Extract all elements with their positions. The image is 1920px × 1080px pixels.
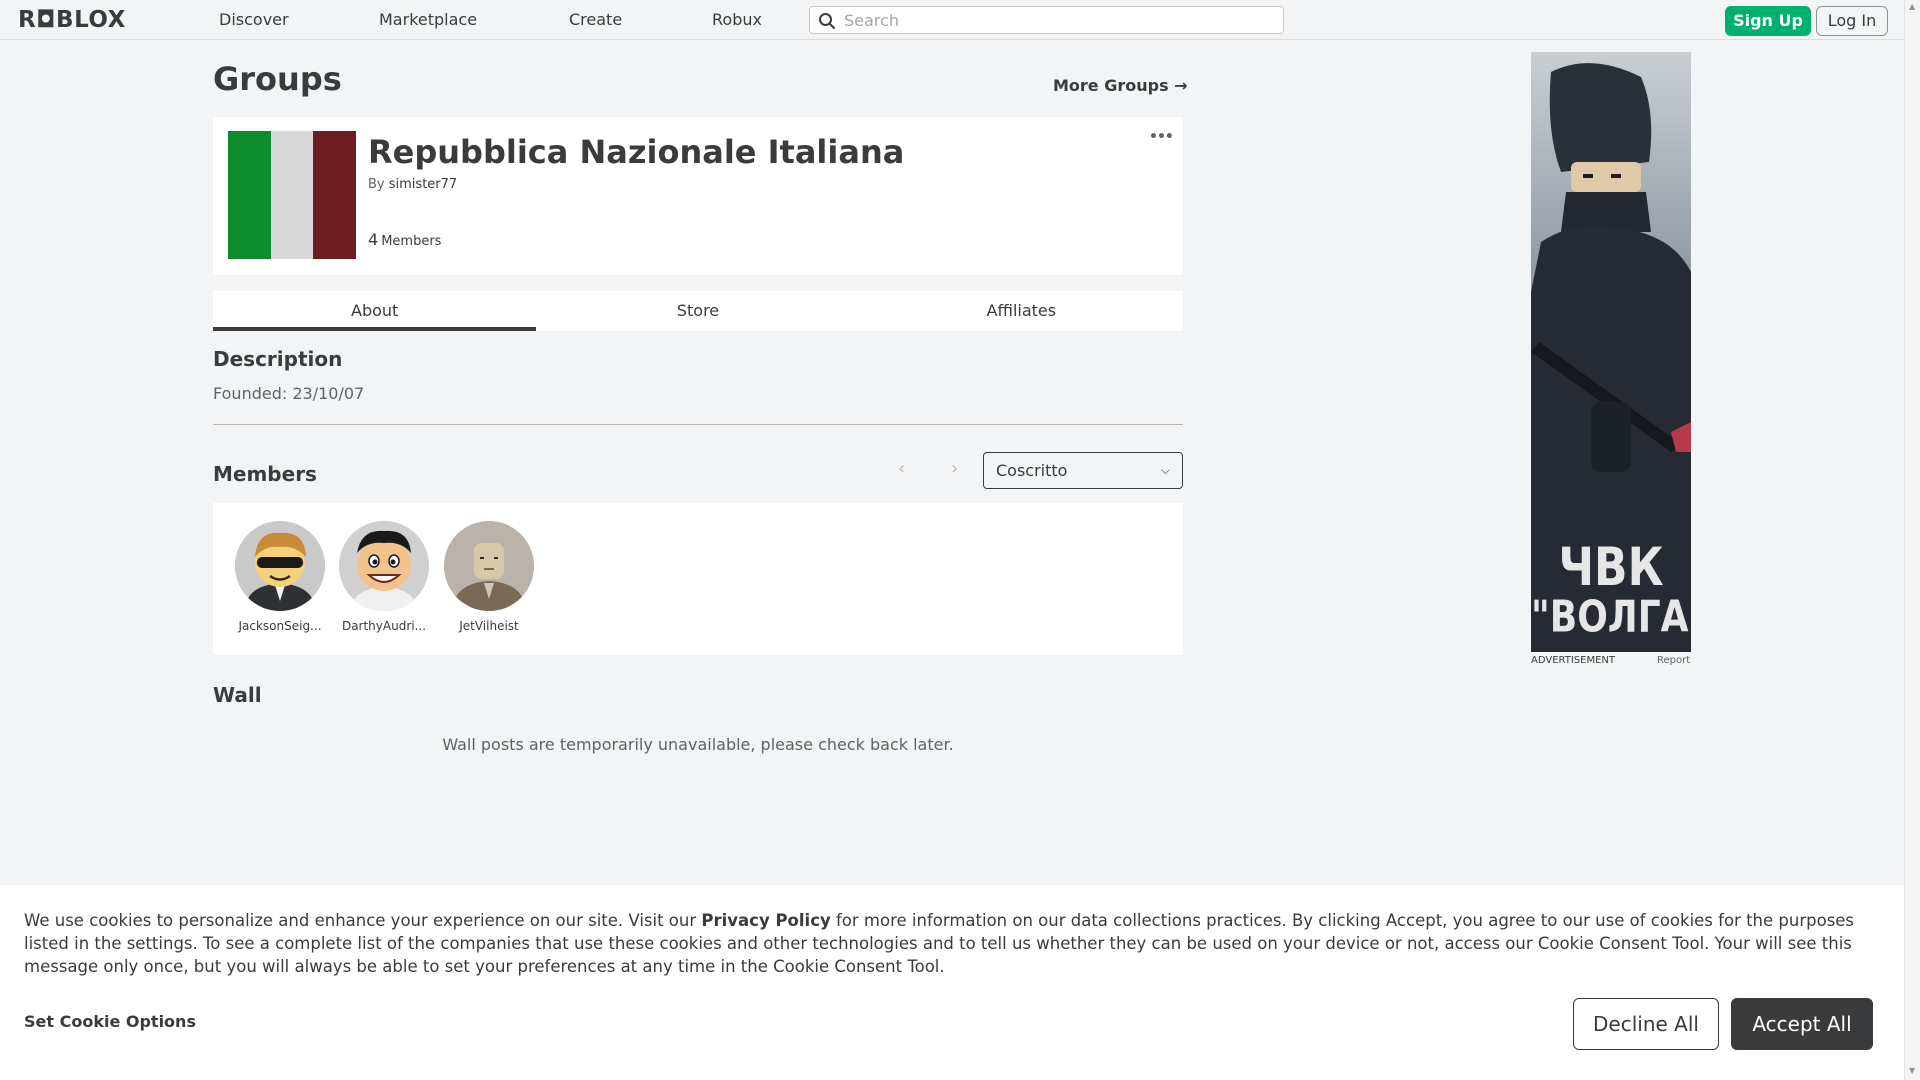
flag-stripe-green [228, 131, 271, 259]
avatar[interactable] [339, 521, 429, 611]
next-page-icon[interactable]: › [951, 458, 958, 479]
role-dropdown[interactable]: Coscritto ⌵ [983, 452, 1183, 489]
member-item[interactable]: JetVilheist [439, 521, 539, 633]
set-cookie-options-link[interactable]: Set Cookie Options [24, 1012, 196, 1031]
flag-stripe-red [313, 131, 357, 259]
members-title: Members [213, 462, 317, 486]
tab-affiliates[interactable]: Affiliates [860, 291, 1183, 331]
sign-up-button[interactable]: Sign Up [1725, 6, 1811, 36]
decline-all-button[interactable]: Decline All [1573, 998, 1719, 1050]
member-name[interactable]: JetVilheist [443, 619, 535, 633]
roblox-logo[interactable]: R◘BLOX [18, 7, 126, 33]
group-owner: By simister77 [368, 177, 457, 192]
page-scrollbar[interactable]: ▲ ▼ [1904, 0, 1920, 1080]
more-groups-link[interactable]: More Groups → [1053, 76, 1188, 95]
top-navigation: R◘BLOX Discover Marketplace Create Robux… [0, 0, 1904, 40]
prev-page-icon[interactable]: ‹ [898, 458, 905, 479]
tab-store[interactable]: Store [536, 291, 859, 331]
member-count: 4 Members [368, 230, 441, 249]
page-title: Groups [213, 60, 342, 98]
member-name[interactable]: DarthyAudri... [338, 619, 430, 633]
flag-stripe-white [270, 131, 314, 259]
search-box [809, 6, 1284, 34]
ad-caption-line2: "ВОЛГА" [1531, 592, 1691, 643]
avatar[interactable] [235, 521, 325, 611]
owner-link[interactable]: simister77 [389, 177, 457, 192]
group-emblem [228, 131, 357, 259]
more-options-icon[interactable]: ••• [1149, 130, 1174, 144]
ad-caption-line1: ЧВК [1558, 536, 1664, 599]
member-name[interactable]: JacksonSeig... [234, 619, 326, 633]
chevron-down-icon: ⌵ [1160, 463, 1170, 477]
accept-all-button[interactable]: Accept All [1731, 998, 1873, 1050]
nav-create[interactable]: Create [569, 0, 622, 40]
search-input[interactable] [844, 9, 1274, 31]
description-text: Founded: 23/10/07 [213, 384, 365, 403]
advertisement-banner[interactable]: ЧВК "ВОЛГА" [1531, 52, 1691, 652]
avatar[interactable] [444, 521, 534, 611]
privacy-policy-link[interactable]: Privacy Policy [701, 911, 830, 930]
wall-title: Wall [213, 683, 262, 707]
cookie-consent-banner: We use cookies to personalize and enhanc… [0, 885, 1904, 1080]
wall-unavailable-message: Wall posts are temporarily unavailable, … [442, 735, 954, 754]
search-icon [819, 13, 835, 29]
report-ad-link[interactable]: Report [1657, 655, 1690, 666]
member-item[interactable]: JacksonSeig... [230, 521, 330, 633]
tab-about[interactable]: About [213, 291, 537, 331]
cookie-message: We use cookies to personalize and enhanc… [24, 909, 1884, 978]
scroll-up-icon[interactable]: ▲ [1909, 2, 1915, 11]
avatar-jetvilheist-image [444, 521, 534, 611]
log-in-button[interactable]: Log In [1816, 6, 1888, 36]
group-tabs: About Store Affiliates [213, 291, 1183, 331]
group-name: Repubblica Nazionale Italiana [368, 133, 905, 171]
member-item[interactable]: DarthyAudri... [334, 521, 434, 633]
by-label: By [368, 177, 385, 192]
section-divider [213, 424, 1183, 425]
nav-marketplace[interactable]: Marketplace [379, 0, 477, 40]
nav-robux[interactable]: Robux [712, 0, 762, 40]
advertisement-label: ADVERTISEMENT [1531, 655, 1616, 666]
avatar-jackson-image [235, 521, 325, 611]
nav-discover[interactable]: Discover [219, 0, 289, 40]
scroll-down-icon[interactable]: ▼ [1909, 1066, 1915, 1075]
member-count-label: Members [381, 234, 442, 249]
description-title: Description [213, 347, 343, 371]
member-count-value: 4 [368, 230, 379, 249]
avatar-darthy-image [339, 521, 429, 611]
role-selected: Coscritto [996, 461, 1068, 480]
cookie-text-before: We use cookies to personalize and enhanc… [24, 911, 702, 930]
group-header-card: Repubblica Nazionale Italiana By simiste… [213, 117, 1183, 275]
members-list: JacksonSeig... DarthyAudri... JetVilheis… [213, 503, 1183, 655]
